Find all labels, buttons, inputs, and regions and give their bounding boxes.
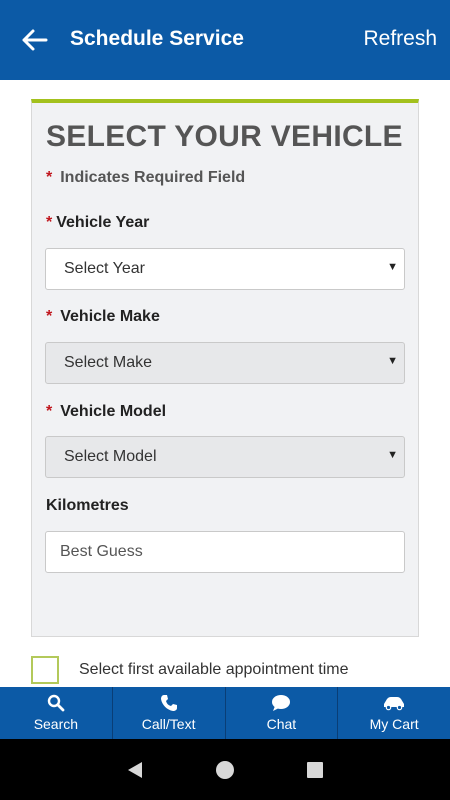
back-triangle-icon[interactable] xyxy=(125,760,145,780)
vehicle-model-label-text: Vehicle Model xyxy=(60,403,167,420)
vehicle-year-label-text: Vehicle Year xyxy=(56,214,150,231)
vehicle-model-value: Select Model xyxy=(64,448,157,465)
dropdown-caret-icon: ▼ xyxy=(387,355,398,367)
nav-call-text[interactable]: Call/Text xyxy=(113,687,226,739)
home-circle-icon[interactable] xyxy=(214,759,236,781)
dropdown-caret-icon: ▼ xyxy=(387,261,398,273)
nav-call-text-label: Call/Text xyxy=(141,716,196,732)
vehicle-year-select[interactable]: Select Year ▼ xyxy=(45,248,405,290)
nav-search[interactable]: Search xyxy=(0,687,113,739)
app-bar: Schedule Service Refresh xyxy=(0,0,450,80)
required-note-text: Indicates Required Field xyxy=(60,169,246,186)
page-title: Schedule Service xyxy=(70,27,244,50)
refresh-button[interactable]: Refresh xyxy=(363,27,437,51)
nav-my-cart[interactable]: My Cart xyxy=(338,687,450,739)
vehicle-make-value: Select Make xyxy=(64,354,153,371)
nav-search-label: Search xyxy=(33,716,79,732)
form-heading: SELECT YOUR VEHICLE xyxy=(46,120,403,153)
vehicle-make-select[interactable]: Select Make ▼ xyxy=(45,342,405,384)
first-available-label: Select first available appointment time xyxy=(79,661,349,678)
first-available-checkbox[interactable] xyxy=(31,656,59,684)
required-marker: * xyxy=(46,169,53,186)
back-arrow-icon[interactable] xyxy=(20,24,50,56)
nav-chat-label: Chat xyxy=(266,716,297,732)
vehicle-year-label: * Vehicle Year xyxy=(46,214,149,232)
vehicle-model-label: * Vehicle Model xyxy=(46,403,166,421)
search-icon xyxy=(47,694,65,712)
vehicle-form-card: SELECT YOUR VEHICLE * Indicates Required … xyxy=(31,99,419,637)
phone-icon xyxy=(160,695,177,711)
first-available-row: Select first available appointment time xyxy=(31,655,348,685)
system-navigation-bar xyxy=(0,739,450,800)
required-marker: * xyxy=(46,214,53,231)
nav-my-cart-label: My Cart xyxy=(369,716,419,732)
vehicle-make-label: * Vehicle Make xyxy=(46,308,160,326)
kilometres-label: Kilometres xyxy=(46,497,129,514)
required-marker: * xyxy=(46,308,53,325)
nav-chat[interactable]: Chat xyxy=(226,687,339,739)
recents-square-icon[interactable] xyxy=(305,760,325,780)
vehicle-model-select[interactable]: Select Model ▼ xyxy=(45,436,405,478)
vehicle-year-value: Select Year xyxy=(64,260,145,277)
bottom-nav: Search Call/Text Chat My Cart xyxy=(0,687,450,739)
dropdown-caret-icon: ▼ xyxy=(387,449,398,461)
car-icon xyxy=(384,697,405,711)
vehicle-make-label-text: Vehicle Make xyxy=(60,308,160,325)
chat-icon xyxy=(272,695,291,711)
kilometres-input[interactable]: Best Guess xyxy=(45,531,405,573)
kilometres-placeholder: Best Guess xyxy=(60,543,143,560)
required-field-note: * Indicates Required Field xyxy=(46,169,245,187)
required-marker: * xyxy=(46,403,53,420)
